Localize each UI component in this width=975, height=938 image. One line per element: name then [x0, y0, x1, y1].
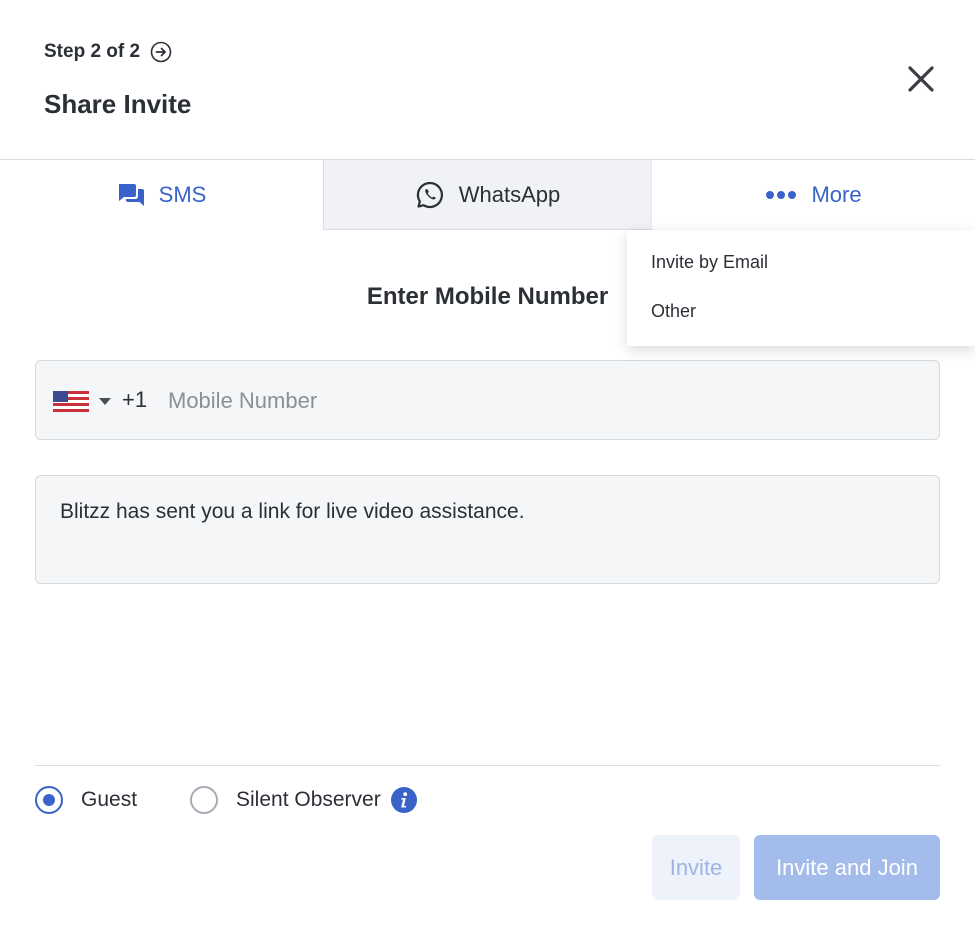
whatsapp-icon [416, 181, 443, 208]
divider [35, 765, 940, 766]
more-dropdown-menu: Invite by Email Other [627, 230, 975, 346]
chevron-down-icon[interactable] [99, 398, 111, 405]
role-option-guest[interactable]: Guest [35, 786, 137, 814]
tab-sms-label: SMS [158, 182, 207, 207]
step-indicator: Step 2 of 2 [44, 41, 172, 63]
dialog-title: Share Invite [44, 89, 192, 119]
silent-observer-radio[interactable] [190, 786, 218, 814]
chat-bubbles-icon [118, 184, 144, 206]
tab-more[interactable]: More [652, 160, 975, 230]
menu-item-other[interactable]: Other [651, 301, 696, 322]
more-dots-icon [766, 191, 797, 199]
guest-label: Guest [81, 788, 138, 811]
invite-message-textarea[interactable]: Blitzz has sent you a link for live vide… [35, 475, 940, 584]
role-option-silent-observer[interactable]: Silent Observer [190, 786, 417, 814]
invite-and-join-button[interactable]: Invite and Join [754, 835, 940, 900]
close-icon[interactable] [903, 61, 939, 97]
us-flag-icon[interactable] [53, 391, 89, 412]
step-text: Step 2 of 2 [44, 41, 141, 62]
tab-whatsapp-label: WhatsApp [458, 181, 561, 207]
dialog-header: Step 2 of 2 Share Invite [0, 0, 975, 160]
phone-field: +1 [35, 360, 940, 440]
silent-observer-label: Silent Observer [236, 788, 381, 811]
tab-more-label: More [811, 182, 862, 207]
arrow-circle-right-icon[interactable] [150, 41, 172, 63]
invite-button[interactable]: Invite [652, 835, 740, 900]
dial-code: +1 [122, 387, 148, 412]
tab-sms[interactable]: SMS [0, 160, 323, 230]
channel-tabs: SMS WhatsApp More [0, 160, 975, 230]
tab-whatsapp[interactable]: WhatsApp [323, 160, 652, 230]
guest-radio[interactable] [35, 786, 63, 814]
menu-item-invite-by-email[interactable]: Invite by Email [651, 252, 768, 273]
mobile-number-input[interactable] [168, 379, 928, 423]
info-icon[interactable] [390, 787, 417, 813]
